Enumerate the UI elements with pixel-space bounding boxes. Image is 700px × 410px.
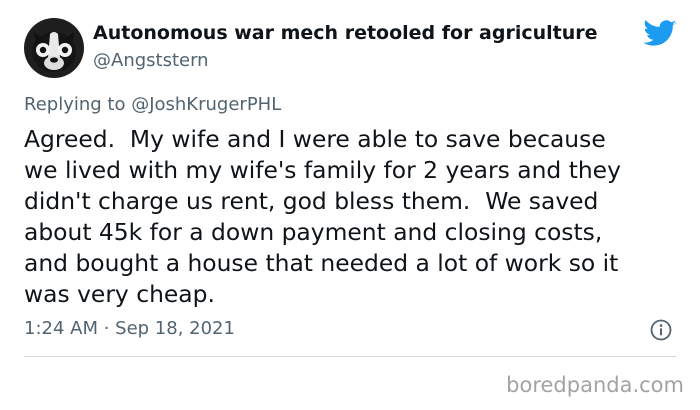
- tweet-card: Autonomous war mech retooled for agricul…: [0, 0, 700, 360]
- reply-context: Replying to @JoshKrugerPHL: [24, 94, 281, 115]
- info-icon[interactable]: [650, 319, 672, 341]
- source-credit: boredpanda.com: [506, 373, 684, 397]
- boston-terrier-avatar-icon: [24, 18, 84, 78]
- tweet-text: Agreed. My wife and I were able to save …: [24, 125, 621, 308]
- tweet-timestamp[interactable]: 1:24 AM · Sep 18, 2021: [24, 318, 235, 339]
- reply-prefix: Replying to: [24, 94, 132, 115]
- display-name[interactable]: Autonomous war mech retooled for agricul…: [93, 22, 598, 44]
- twitter-bird-icon: [643, 20, 677, 48]
- user-handle[interactable]: @Angststern: [93, 50, 209, 71]
- reply-to-link[interactable]: @JoshKrugerPHL: [131, 94, 281, 115]
- divider: [24, 356, 676, 357]
- avatar[interactable]: [24, 18, 84, 78]
